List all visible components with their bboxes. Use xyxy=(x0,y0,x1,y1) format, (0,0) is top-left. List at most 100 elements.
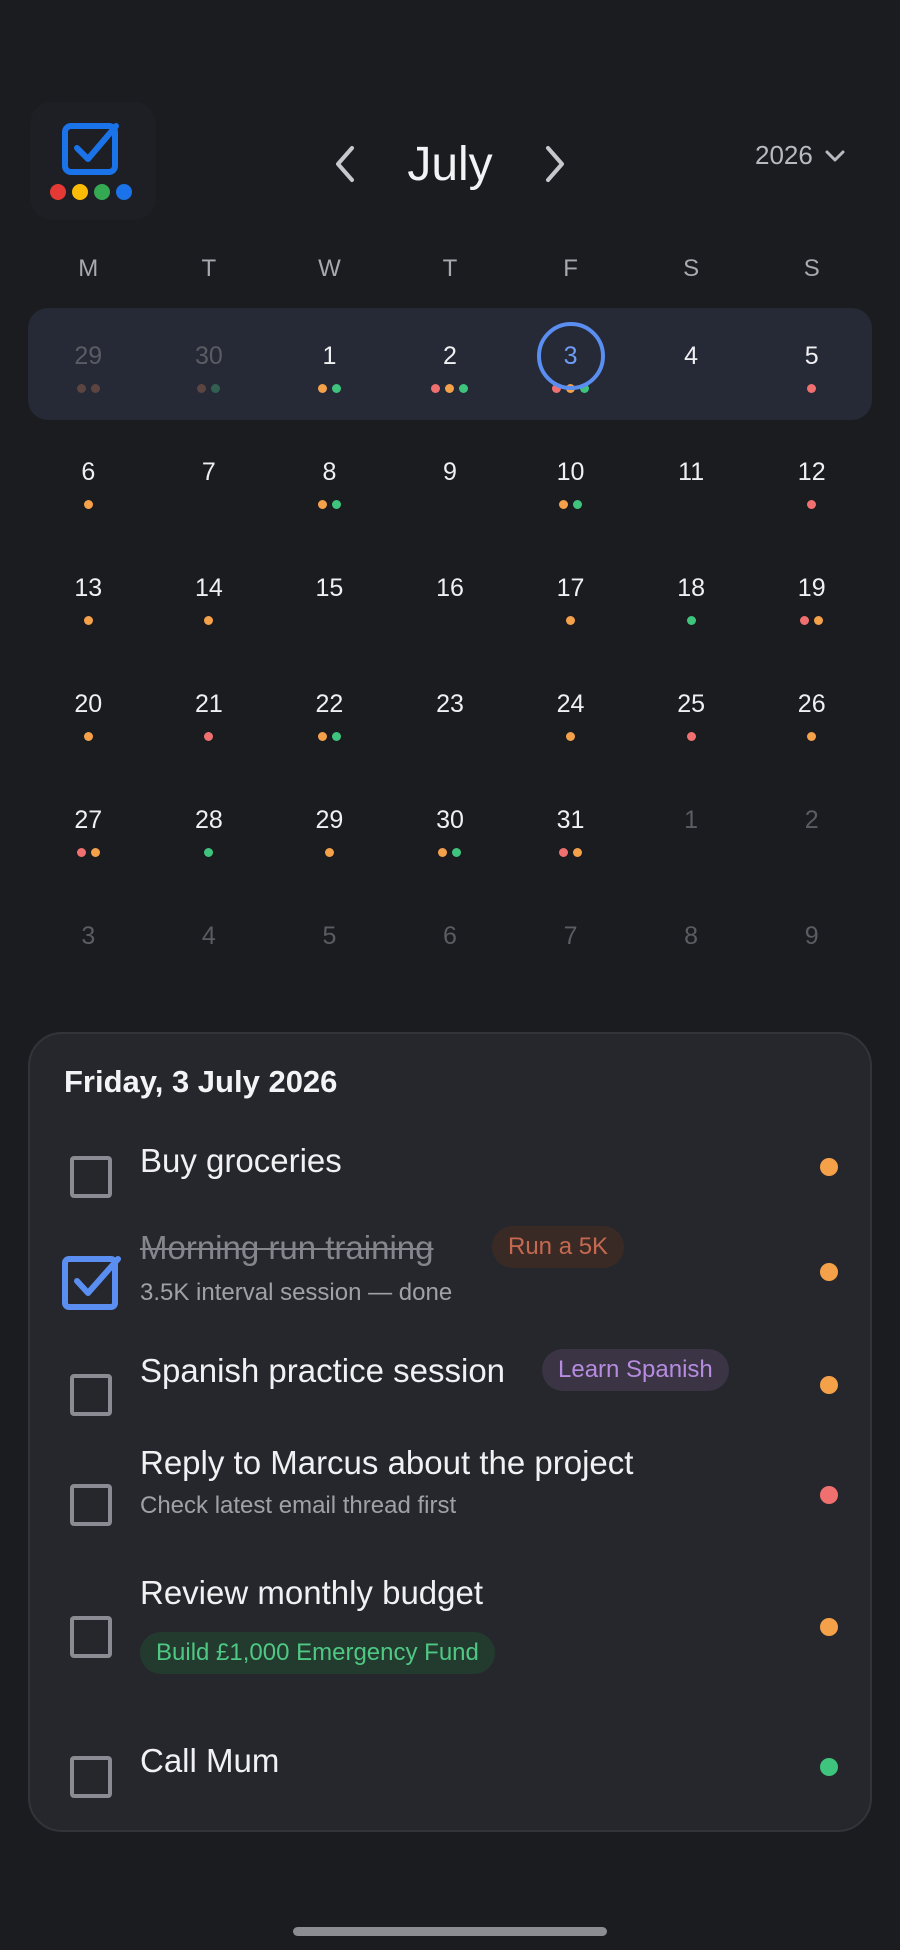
day-cell[interactable]: 17 xyxy=(510,540,631,652)
day-number: 24 xyxy=(556,690,585,718)
task-title: Call Mum xyxy=(140,1742,280,1779)
goal-tag[interactable]: Build £1,000 Emergency Fund xyxy=(140,1632,495,1674)
day-number: 20 xyxy=(74,690,103,718)
task-checkbox-checked[interactable] xyxy=(62,1251,121,1310)
task-item[interactable]: Review monthly budget Build £1,000 Emerge… xyxy=(30,1574,870,1674)
day-cell[interactable]: 6 xyxy=(28,424,149,536)
day-number: 23 xyxy=(436,690,464,718)
task-item[interactable]: Call Mum xyxy=(30,1724,870,1824)
task-item[interactable]: Morning run training 3.5K interval sessio… xyxy=(30,1226,870,1329)
day-number: 26 xyxy=(797,690,826,718)
day-cell[interactable]: 29 xyxy=(269,772,390,884)
event-dot xyxy=(83,732,93,741)
day-cell[interactable]: 26 xyxy=(751,656,872,768)
day-cell[interactable]: 31 xyxy=(510,772,631,884)
day-cell[interactable]: 20 xyxy=(28,656,149,768)
chevron-right-icon xyxy=(545,146,564,182)
goal-tag[interactable]: Learn Spanish xyxy=(542,1349,729,1391)
event-dots xyxy=(566,616,576,626)
day-cell[interactable]: 21 xyxy=(149,656,270,768)
event-dots xyxy=(76,848,100,858)
year-dropdown[interactable]: 2026 xyxy=(755,140,845,171)
day-cell[interactable]: 5 xyxy=(269,888,390,1000)
week-row: 6 7 8 9 10 11 12 xyxy=(28,424,872,536)
day-cell[interactable]: 9 xyxy=(751,888,872,1000)
day-cell[interactable]: 11 xyxy=(631,424,752,536)
day-cell[interactable]: 15 xyxy=(269,540,390,652)
day-cell-selected[interactable]: 3 xyxy=(510,308,631,420)
day-cell[interactable]: 23 xyxy=(390,656,511,768)
event-dot xyxy=(686,732,696,741)
weekday-label: S xyxy=(683,255,700,282)
day-cell[interactable]: 13 xyxy=(28,540,149,652)
day-cell[interactable]: 22 xyxy=(269,656,390,768)
day-cell[interactable]: 3 xyxy=(28,888,149,1000)
day-cell[interactable]: 4 xyxy=(631,308,752,420)
event-dots xyxy=(204,848,214,858)
task-item[interactable]: Reply to Marcus about the project Check l… xyxy=(30,1444,870,1544)
day-number: 13 xyxy=(74,574,103,602)
day-cell[interactable]: 1 xyxy=(631,772,752,884)
event-dot xyxy=(686,616,696,625)
day-cell[interactable]: 28 xyxy=(149,772,270,884)
task-item[interactable]: Buy groceries xyxy=(30,1124,870,1224)
day-cell[interactable]: 18 xyxy=(631,540,752,652)
day-cell[interactable]: 25 xyxy=(631,656,752,768)
day-cell[interactable]: 9 xyxy=(390,424,511,536)
event-dots xyxy=(317,732,341,742)
day-cell[interactable]: 7 xyxy=(149,424,270,536)
day-cell[interactable]: 2 xyxy=(390,308,511,420)
day-number: 9 xyxy=(443,458,457,486)
event-dot xyxy=(566,616,576,625)
event-dot xyxy=(204,732,214,741)
event-dot xyxy=(573,500,583,509)
day-cell[interactable]: 30 xyxy=(390,772,511,884)
day-cell[interactable]: 6 xyxy=(390,888,511,1000)
home-indicator[interactable] xyxy=(293,1927,607,1936)
day-cell[interactable]: 5 xyxy=(751,308,872,420)
day-number: 29 xyxy=(315,806,344,834)
day-number: 2 xyxy=(443,342,457,370)
task-checkbox[interactable] xyxy=(70,1484,112,1526)
day-cell[interactable]: 27 xyxy=(28,772,149,884)
day-cell[interactable]: 30 xyxy=(149,308,270,420)
day-cell[interactable]: 8 xyxy=(631,888,752,1000)
agenda-date-heading: Friday, 3 July 2026 xyxy=(64,1064,338,1099)
day-number: 1 xyxy=(684,806,699,834)
previous-month-button[interactable] xyxy=(320,134,370,194)
day-number: 6 xyxy=(81,458,96,486)
event-dot xyxy=(204,616,214,625)
event-dot xyxy=(452,848,462,857)
day-number: 21 xyxy=(194,690,223,718)
event-dot xyxy=(204,848,214,857)
task-checkbox[interactable] xyxy=(70,1616,112,1658)
day-number: 8 xyxy=(684,922,699,950)
task-checkbox[interactable] xyxy=(70,1756,112,1798)
next-month-button[interactable] xyxy=(530,134,580,194)
day-cell[interactable]: 4 xyxy=(149,888,270,1000)
day-cell[interactable]: 14 xyxy=(149,540,270,652)
event-dot xyxy=(331,500,341,509)
day-cell[interactable]: 2 xyxy=(751,772,872,884)
priority-dot xyxy=(820,1263,838,1281)
task-checkbox[interactable] xyxy=(70,1156,112,1198)
task-title: Spanish practice session xyxy=(140,1352,506,1389)
task-title: Review monthly budget xyxy=(140,1574,484,1611)
task-item[interactable]: Spanish practice session Learn Spanish xyxy=(30,1344,870,1444)
task-checkbox[interactable] xyxy=(70,1374,112,1416)
day-cell[interactable]: 7 xyxy=(510,888,631,1000)
day-cell[interactable]: 1 xyxy=(269,308,390,420)
agenda-panel: Friday, 3 July 2026 Buy groceries Morning… xyxy=(28,1032,872,1832)
day-cell[interactable]: 10 xyxy=(510,424,631,536)
event-dot xyxy=(324,848,334,857)
goal-tag[interactable]: Run a 5K xyxy=(492,1226,625,1268)
day-cell[interactable]: 29 xyxy=(28,308,149,420)
day-cell[interactable]: 19 xyxy=(751,540,872,652)
day-cell[interactable]: 12 xyxy=(751,424,872,536)
day-cell[interactable]: 8 xyxy=(269,424,390,536)
day-cell[interactable]: 24 xyxy=(510,656,631,768)
event-dot xyxy=(331,732,341,741)
event-dot xyxy=(76,848,86,857)
day-cell[interactable]: 16 xyxy=(390,540,511,652)
day-number: 30 xyxy=(436,806,464,834)
